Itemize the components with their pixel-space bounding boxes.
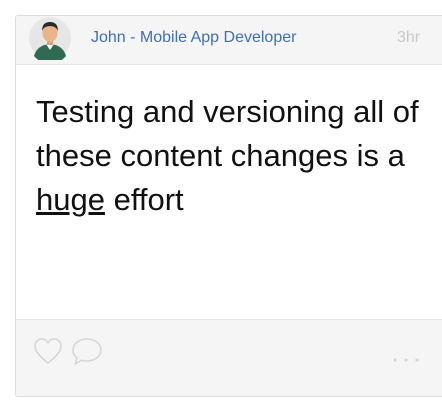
post-card: John - Mobile App Developer 3hr Testing … — [15, 15, 442, 397]
avatar[interactable] — [28, 16, 72, 60]
post-timestamp: 3hr — [397, 29, 421, 46]
post-text-start: Testing and versioning all of these cont… — [36, 94, 419, 173]
speech-bubble-icon[interactable] — [70, 336, 104, 366]
post-text: Testing and versioning all of these cont… — [36, 90, 442, 222]
author-name-link[interactable]: John - Mobile App Developer — [91, 29, 296, 47]
more-dots-icon[interactable] — [392, 357, 442, 363]
post-text-emphasis: huge — [36, 182, 105, 217]
post-header: John - Mobile App Developer 3hr — [16, 16, 442, 65]
post-text-end: effort — [104, 182, 184, 217]
heart-icon[interactable] — [33, 337, 63, 365]
post-actions-bar — [16, 320, 442, 396]
post-body: Testing and versioning all of these cont… — [16, 65, 442, 320]
